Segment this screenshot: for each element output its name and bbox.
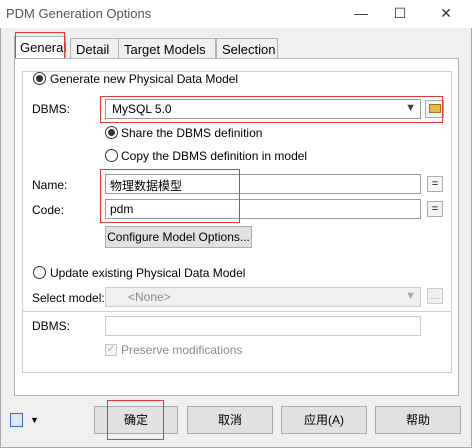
cancel-button[interactable]: 取消 [187,406,273,434]
update-dbms-field[interactable] [105,316,421,336]
tab-selection[interactable]: Selection [216,38,278,60]
folder-icon [428,104,441,113]
share-dbms-radio[interactable] [105,126,118,139]
close-button[interactable]: ✕ [435,4,457,22]
tab-target-models[interactable]: Target Models [118,38,216,60]
name-equal-button[interactable]: = [427,176,443,192]
code-field-value: pdm [110,202,134,216]
select-model-browse-button[interactable]: ... [427,288,443,304]
ok-button[interactable]: 确定 [94,406,178,434]
help-button[interactable]: 帮助 [375,406,461,434]
name-field-value: 物理数据模型 [110,179,183,193]
select-model-value: <None> [128,290,171,304]
apply-button[interactable]: 应用(A) [281,406,367,434]
copy-dbms-radio[interactable] [105,149,118,162]
window-menu-button[interactable]: ▼ [10,413,40,429]
window-title: PDM Generation Options [6,6,152,21]
generate-new-label: Generate new Physical Data Model [50,72,242,86]
code-label: Code: [32,203,65,217]
name-field[interactable]: 物理数据模型 [105,174,421,194]
code-field[interactable]: pdm [105,199,421,219]
dropdown-arrow-icon: ▼ [30,415,39,425]
dbms-browse-button[interactable] [425,100,444,118]
general-panel: Generate new Physical Data Model DBMS: M… [14,58,459,396]
dbms-select[interactable]: MySQL 5.0 ▼ [105,99,421,119]
generate-new-radio[interactable] [33,72,46,85]
tab-detail[interactable]: Detail [70,38,120,60]
dropdown-arrow-icon: ▼ [405,290,416,302]
select-model-label: Select model: [32,291,105,305]
dbms-label: DBMS: [32,102,71,116]
update-dbms-label: DBMS: [32,319,71,333]
dbms-select-value: MySQL 5.0 [112,102,172,116]
title-bar: PDM Generation Options — ☐ ✕ [0,0,472,28]
share-dbms-label: Share the DBMS definition [121,126,263,140]
window-menu-icon [10,413,23,427]
update-existing-label: Update existing Physical Data Model [50,266,249,280]
code-equal-button[interactable]: = [427,201,443,217]
maximize-button[interactable]: ☐ [389,4,411,22]
tab-general[interactable]: General [14,36,66,60]
name-label: Name: [32,178,68,192]
configure-model-options-button[interactable]: Configure Model Options... [105,226,252,248]
preserve-modifications-label: Preserve modifications [121,343,243,357]
preserve-modifications-checkbox[interactable]: ✓ [105,344,117,356]
select-model-dropdown[interactable]: <None> ▼ [105,287,421,307]
update-existing-radio[interactable] [33,266,46,279]
minimize-button[interactable]: — [350,4,372,22]
dropdown-arrow-icon: ▼ [405,102,416,114]
copy-dbms-label: Copy the DBMS definition in model [121,149,308,163]
